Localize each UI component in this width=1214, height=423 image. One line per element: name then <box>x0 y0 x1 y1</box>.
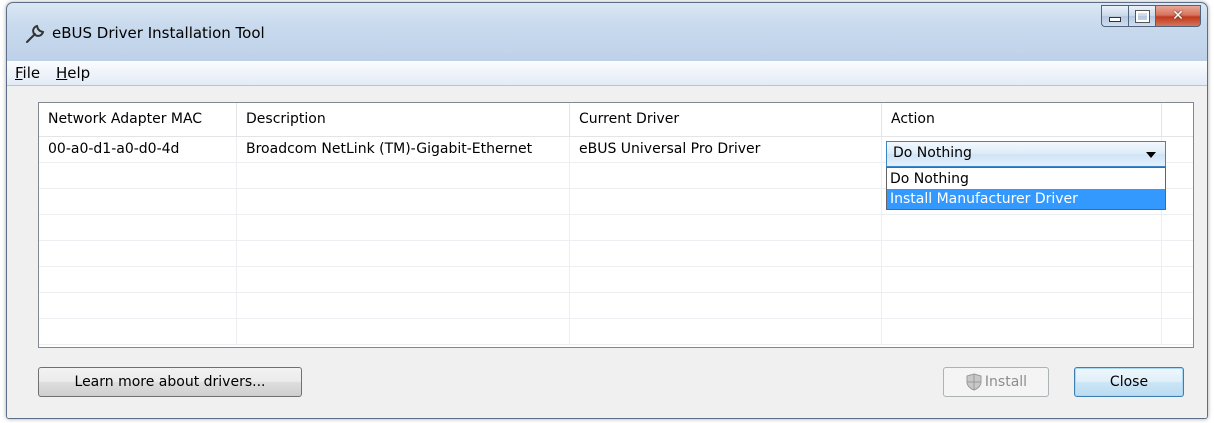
close-window-button[interactable]: ✕ <box>1155 5 1201 27</box>
dropdown-option-do-nothing[interactable]: Do Nothing <box>887 169 1165 189</box>
close-icon: ✕ <box>1172 8 1184 24</box>
install-label: Install <box>984 374 1028 390</box>
action-combobox[interactable]: Do Nothing <box>886 141 1166 167</box>
empty-cell <box>237 163 570 188</box>
empty-cell <box>570 293 882 318</box>
empty-cell <box>39 319 237 344</box>
minimize-icon <box>1102 6 1128 26</box>
close-button[interactable]: Close <box>1074 367 1184 397</box>
table-row <box>39 215 1193 241</box>
empty-cell <box>882 293 1162 318</box>
menu-file-mnemonic: F <box>15 64 23 82</box>
app-window: eBUS Driver Installation Tool ✕ File Hel… <box>6 2 1208 419</box>
minimize-button[interactable] <box>1101 5 1128 27</box>
table-row <box>39 267 1193 293</box>
action-dropdown-list: Do Nothing Install Manufacturer Driver <box>886 167 1166 210</box>
empty-cell <box>39 215 237 240</box>
client-area: Network Adapter MAC Description Current … <box>7 86 1207 418</box>
chevron-down-icon[interactable] <box>1146 152 1156 158</box>
empty-cell <box>570 163 882 188</box>
adapter-grid[interactable]: Network Adapter MAC Description Current … <box>38 102 1194 348</box>
column-header-current-driver[interactable]: Current Driver <box>570 103 882 136</box>
cell-mac: 00-a0-d1-a0-d0-4d <box>39 137 237 162</box>
dropdown-option-install-manufacturer-driver[interactable]: Install Manufacturer Driver <box>887 189 1165 209</box>
empty-cell <box>882 319 1162 344</box>
table-row <box>39 319 1193 345</box>
empty-cell <box>570 267 882 292</box>
empty-cell <box>39 293 237 318</box>
column-header-description[interactable]: Description <box>237 103 570 136</box>
empty-cell <box>882 241 1162 266</box>
learn-more-label: Learn more about drivers... <box>74 374 266 390</box>
grid-header: Network Adapter MAC Description Current … <box>39 103 1193 137</box>
menu-bar: File Help <box>7 61 1207 86</box>
empty-cell <box>570 241 882 266</box>
empty-cell <box>237 215 570 240</box>
menu-help[interactable]: Help <box>56 64 90 82</box>
cell-current-driver: eBUS Universal Pro Driver <box>570 137 882 162</box>
window-title: eBUS Driver Installation Tool <box>52 24 265 42</box>
close-label: Close <box>1109 374 1149 390</box>
menu-help-mnemonic: H <box>56 64 68 82</box>
install-button[interactable]: Install <box>943 367 1049 397</box>
maximize-icon <box>1129 6 1155 26</box>
uac-shield-icon <box>966 373 982 391</box>
empty-cell <box>237 267 570 292</box>
menu-help-label: elp <box>67 64 91 82</box>
wrench-icon <box>26 24 45 43</box>
column-header-mac[interactable]: Network Adapter MAC <box>39 103 237 136</box>
title-bar[interactable]: eBUS Driver Installation Tool ✕ <box>7 3 1207 59</box>
column-header-action[interactable]: Action <box>882 103 1162 136</box>
empty-cell <box>570 319 882 344</box>
empty-cell <box>237 241 570 266</box>
empty-cell <box>237 319 570 344</box>
empty-cell <box>237 293 570 318</box>
maximize-button[interactable] <box>1128 5 1155 27</box>
action-combobox-value: Do Nothing <box>893 145 972 161</box>
empty-cell <box>570 215 882 240</box>
learn-more-button[interactable]: Learn more about drivers... <box>38 367 302 397</box>
menu-file-label: ile <box>22 64 41 82</box>
empty-cell <box>39 267 237 292</box>
empty-cell <box>39 163 237 188</box>
empty-cell <box>882 215 1162 240</box>
cell-description: Broadcom NetLink (TM)-Gigabit-Ethernet <box>237 137 570 162</box>
empty-cell <box>39 189 237 214</box>
menu-file[interactable]: File <box>15 64 40 82</box>
empty-cell <box>39 241 237 266</box>
table-row <box>39 241 1193 267</box>
empty-cell <box>237 189 570 214</box>
caption-buttons: ✕ <box>1101 5 1201 29</box>
empty-cell <box>570 189 882 214</box>
table-row <box>39 293 1193 319</box>
empty-cell <box>882 267 1162 292</box>
